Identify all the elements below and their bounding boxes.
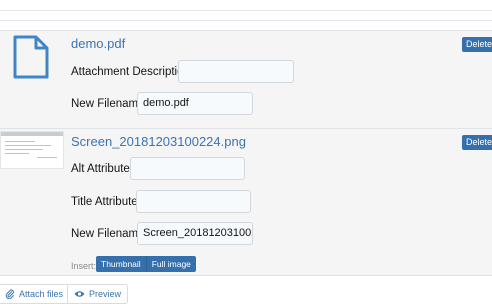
title-attribute-label: Title Attribute: [71, 196, 141, 208]
attachment-description-input[interactable] [178, 60, 294, 83]
file-icon [13, 35, 49, 79]
new-filename-input[interactable]: Screen_20181203100224 [137, 222, 253, 245]
top-area [0, 0, 492, 30]
preview-label: Preview [89, 289, 122, 299]
delete-button[interactable]: Delete [462, 135, 492, 150]
attach-files-label: Attach files [19, 289, 64, 299]
delete-button[interactable]: Delete [462, 37, 492, 52]
editor-footer: Attach files Preview [0, 275, 492, 304]
attachment-filename-link[interactable]: demo.pdf [71, 36, 125, 51]
new-filename-input[interactable]: demo.pdf [137, 92, 253, 115]
image-thumbnail [0, 131, 64, 169]
attachment-filename-link[interactable]: Screen_20181203100224.png [71, 134, 246, 149]
attach-files-button[interactable]: Attach files [0, 284, 71, 304]
divider [0, 20, 492, 21]
attachment-description-label: Attachment Description: [71, 66, 194, 78]
title-attribute-input[interactable] [136, 190, 251, 213]
attachment-row-pdf: demo.pdf Delete Attachment Description: … [0, 30, 492, 128]
eye-icon [74, 291, 85, 297]
divider [0, 10, 492, 11]
alt-attribute-label: Alt Attribute: [71, 163, 134, 175]
paperclip-icon [5, 289, 14, 299]
attachment-row-png: Screen_20181203100224.png Delete Alt Att… [0, 128, 492, 275]
alt-attribute-input[interactable] [130, 157, 245, 180]
insert-thumbnail-button[interactable]: Thumbnail [96, 256, 147, 272]
insert-button-group: Thumbnail Full image [96, 256, 196, 272]
preview-button[interactable]: Preview [67, 284, 129, 304]
insert-full-image-button[interactable]: Full image [146, 256, 196, 272]
insert-label: Insert: [71, 261, 97, 271]
